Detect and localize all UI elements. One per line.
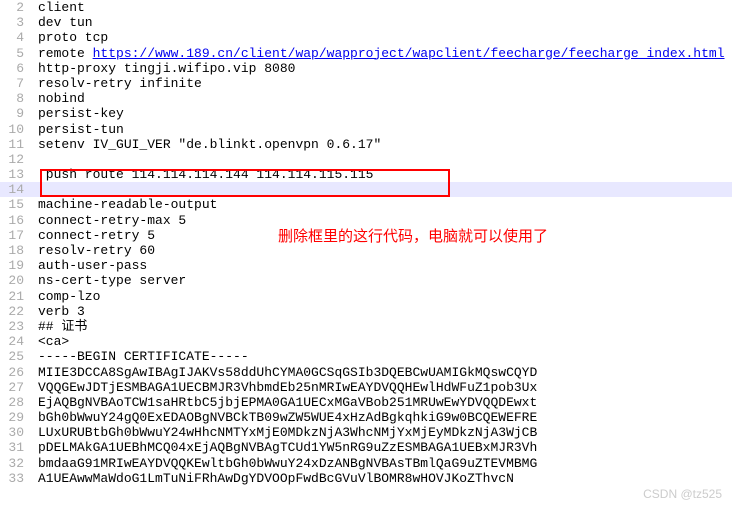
line-number: 29 bbox=[0, 410, 32, 425]
line-number: 21 bbox=[0, 289, 32, 304]
line-content[interactable]: A1UEAwwMaWdoG1LmTuNiFRhAwDgYDVOOpFwdBcGV… bbox=[32, 471, 732, 486]
code-line[interactable]: 14 bbox=[0, 182, 732, 197]
code-line[interactable]: 3dev tun bbox=[0, 15, 732, 30]
code-line[interactable]: 23## 证书 bbox=[0, 319, 732, 334]
line-number: 18 bbox=[0, 243, 32, 258]
code-line[interactable]: 5remote https://www.189.cn/client/wap/wa… bbox=[0, 46, 732, 61]
code-line[interactable]: 28EjAQBgNVBAoTCW1saHRtbC5jbjEPMA0GA1UECx… bbox=[0, 395, 732, 410]
line-number: 20 bbox=[0, 273, 32, 288]
line-number: 3 bbox=[0, 15, 32, 30]
code-line[interactable]: 21comp-lzo bbox=[0, 289, 732, 304]
line-content[interactable]: auth-user-pass bbox=[32, 258, 732, 273]
line-number: 25 bbox=[0, 349, 32, 364]
code-line[interactable]: 13 push route 114.114.114.144 114.114.11… bbox=[0, 167, 732, 182]
line-content[interactable]: persist-key bbox=[32, 106, 732, 121]
line-content[interactable]: VQQGEwJDTjESMBAGA1UECBMJR3VhbmdEb25nMRIw… bbox=[32, 380, 732, 395]
line-content[interactable]: verb 3 bbox=[32, 304, 732, 319]
line-number: 10 bbox=[0, 122, 32, 137]
code-line[interactable]: 27VQQGEwJDTjESMBAGA1UECBMJR3VhbmdEb25nMR… bbox=[0, 380, 732, 395]
line-number: 14 bbox=[0, 182, 32, 197]
code-line[interactable]: 9persist-key bbox=[0, 106, 732, 121]
code-line[interactable]: 30LUxURUBtbGh0bWwuY24wHhcNMTYxMjE0MDkzNj… bbox=[0, 425, 732, 440]
line-content[interactable]: remote https://www.189.cn/client/wap/wap… bbox=[32, 46, 732, 61]
code-line[interactable]: 22verb 3 bbox=[0, 304, 732, 319]
line-number: 12 bbox=[0, 152, 32, 167]
line-content[interactable]: machine-readable-output bbox=[32, 197, 732, 212]
watermark: CSDN @tz525 bbox=[643, 487, 722, 501]
line-content[interactable]: http-proxy tingji.wifipo.vip 8080 bbox=[32, 61, 732, 76]
line-content[interactable]: dev tun bbox=[32, 15, 732, 30]
code-line[interactable]: 32bmdaaG91MRIwEAYDVQQKEwltbGh0bWwuY24xDz… bbox=[0, 456, 732, 471]
code-line[interactable]: 26MIIE3DCCA8SgAwIBAgIJAKVs58ddUhCYMA0GCS… bbox=[0, 365, 732, 380]
line-number: 19 bbox=[0, 258, 32, 273]
code-line[interactable]: 2client bbox=[0, 0, 732, 15]
code-line[interactable]: 24<ca> bbox=[0, 334, 732, 349]
line-content[interactable]: setenv IV_GUI_VER "de.blinkt.openvpn 0.6… bbox=[32, 137, 732, 152]
line-content[interactable]: <ca> bbox=[32, 334, 732, 349]
code-line[interactable]: 6http-proxy tingji.wifipo.vip 8080 bbox=[0, 61, 732, 76]
line-number: 26 bbox=[0, 365, 32, 380]
line-content[interactable]: bGh0bWwuY24gQ0ExEDAOBgNVBCkTB09wZW5WUE4x… bbox=[32, 410, 732, 425]
line-number: 24 bbox=[0, 334, 32, 349]
code-line[interactable]: 4proto tcp bbox=[0, 30, 732, 45]
line-number: 22 bbox=[0, 304, 32, 319]
annotation-text: 删除框里的这行代码，电脑就可以使用了 bbox=[278, 225, 548, 246]
url-link[interactable]: https://www.189.cn/client/wap/wapproject… bbox=[93, 46, 725, 61]
line-number: 13 bbox=[0, 167, 32, 182]
line-content[interactable]: MIIE3DCCA8SgAwIBAgIJAKVs58ddUhCYMA0GCSqG… bbox=[32, 365, 732, 380]
line-number: 5 bbox=[0, 46, 32, 61]
line-content[interactable]: resolv-retry infinite bbox=[32, 76, 732, 91]
line-number: 28 bbox=[0, 395, 32, 410]
line-content[interactable] bbox=[32, 152, 732, 167]
line-number: 2 bbox=[0, 0, 32, 15]
code-line[interactable]: 12 bbox=[0, 152, 732, 167]
code-line[interactable]: 15machine-readable-output bbox=[0, 197, 732, 212]
line-content[interactable]: persist-tun bbox=[32, 122, 732, 137]
line-content[interactable]: bmdaaG91MRIwEAYDVQQKEwltbGh0bWwuY24xDzAN… bbox=[32, 456, 732, 471]
line-number: 17 bbox=[0, 228, 32, 243]
line-content[interactable]: comp-lzo bbox=[32, 289, 732, 304]
line-content[interactable]: client bbox=[32, 0, 732, 15]
line-number: 8 bbox=[0, 91, 32, 106]
line-content[interactable]: proto tcp bbox=[32, 30, 732, 45]
line-content[interactable]: nobind bbox=[32, 91, 732, 106]
line-number: 32 bbox=[0, 456, 32, 471]
line-number: 9 bbox=[0, 106, 32, 121]
line-number: 23 bbox=[0, 319, 32, 334]
line-number: 31 bbox=[0, 440, 32, 455]
line-content[interactable]: EjAQBgNVBAoTCW1saHRtbC5jbjEPMA0GA1UECxMG… bbox=[32, 395, 732, 410]
line-number: 15 bbox=[0, 197, 32, 212]
line-content[interactable]: ## 证书 bbox=[32, 319, 732, 334]
line-content[interactable]: pDELMAkGA1UEBhMCQ04xEjAQBgNVBAgTCUd1YW5n… bbox=[32, 440, 732, 455]
line-number: 11 bbox=[0, 137, 32, 152]
code-line[interactable]: 31pDELMAkGA1UEBhMCQ04xEjAQBgNVBAgTCUd1YW… bbox=[0, 440, 732, 455]
line-number: 4 bbox=[0, 30, 32, 45]
line-content[interactable]: push route 114.114.114.144 114.114.115.1… bbox=[32, 167, 732, 182]
line-content[interactable]: ns-cert-type server bbox=[32, 273, 732, 288]
code-line[interactable]: 8nobind bbox=[0, 91, 732, 106]
line-content[interactable] bbox=[32, 182, 732, 197]
code-line[interactable]: 20ns-cert-type server bbox=[0, 273, 732, 288]
line-number: 6 bbox=[0, 61, 32, 76]
code-line[interactable]: 29bGh0bWwuY24gQ0ExEDAOBgNVBCkTB09wZW5WUE… bbox=[0, 410, 732, 425]
code-line[interactable]: 33A1UEAwwMaWdoG1LmTuNiFRhAwDgYDVOOpFwdBc… bbox=[0, 471, 732, 486]
line-content[interactable]: LUxURUBtbGh0bWwuY24wHhcNMTYxMjE0MDkzNjA3… bbox=[32, 425, 732, 440]
line-number: 33 bbox=[0, 471, 32, 486]
line-number: 27 bbox=[0, 380, 32, 395]
code-line[interactable]: 25-----BEGIN CERTIFICATE----- bbox=[0, 349, 732, 364]
line-number: 7 bbox=[0, 76, 32, 91]
code-line[interactable]: 7resolv-retry infinite bbox=[0, 76, 732, 91]
line-number: 30 bbox=[0, 425, 32, 440]
code-line[interactable]: 11setenv IV_GUI_VER "de.blinkt.openvpn 0… bbox=[0, 137, 732, 152]
line-content[interactable]: -----BEGIN CERTIFICATE----- bbox=[32, 349, 732, 364]
code-line[interactable]: 19auth-user-pass bbox=[0, 258, 732, 273]
code-line[interactable]: 10persist-tun bbox=[0, 122, 732, 137]
line-number: 16 bbox=[0, 213, 32, 228]
